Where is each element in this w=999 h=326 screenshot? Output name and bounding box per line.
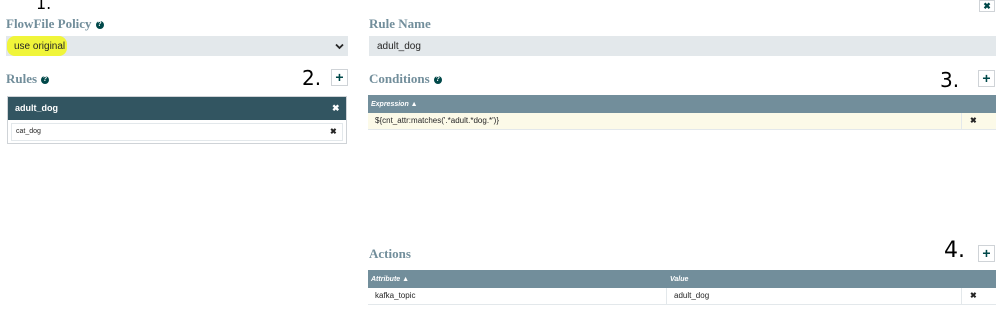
- actions-table-header: Attribute ▲ Value: [368, 270, 996, 288]
- value-column-header[interactable]: Value: [670, 276, 688, 283]
- actions-heading: Actions: [369, 246, 411, 261]
- rule-name-heading: Rule Name: [369, 16, 431, 31]
- help-icon: ?: [95, 21, 104, 29]
- actions-table: Attribute ▲ Value kafka_topic adult_dog …: [368, 270, 996, 306]
- rules-title: Rules: [6, 71, 38, 86]
- annotation-4: 4.: [944, 238, 965, 263]
- conditions-heading: Conditions?: [369, 71, 442, 87]
- close-dialog-button[interactable]: ✖: [979, 0, 995, 12]
- close-icon: ✖: [330, 127, 337, 136]
- help-icon: ?: [433, 76, 442, 84]
- flowfile-policy-heading: FlowFile Policy?: [6, 16, 104, 32]
- rule-name-value: adult_dog: [377, 41, 421, 52]
- plus-icon: +: [982, 70, 991, 86]
- value-cell: adult_dog: [674, 291, 710, 300]
- annotation-2: 2.: [302, 66, 322, 90]
- conditions-table: Expression ▲ ${cnt_attr:matches('.*adult…: [368, 95, 996, 131]
- delete-rule-button[interactable]: ✖: [332, 103, 340, 114]
- rule-item-label: adult_dog: [15, 103, 58, 113]
- rules-list: adult_dog ✖ cat_dog ✖: [7, 96, 347, 144]
- rule-name-input[interactable]: adult_dog: [369, 36, 996, 56]
- rule-item[interactable]: cat_dog ✖: [11, 123, 343, 141]
- flowfile-policy-select[interactable]: use original: [6, 36, 348, 56]
- table-row[interactable]: kafka_topic adult_dog ✖: [368, 288, 996, 305]
- delete-action-button[interactable]: ✖: [970, 291, 977, 300]
- add-condition-button[interactable]: +: [978, 70, 995, 87]
- plus-icon: +: [982, 245, 991, 261]
- attribute-column-header[interactable]: Attribute ▲: [371, 276, 409, 283]
- delete-rule-button[interactable]: ✖: [330, 127, 337, 136]
- expression-cell: ${cnt_attr:matches('.*adult.*dog.*')}: [375, 116, 500, 125]
- close-icon: ✖: [970, 291, 977, 300]
- conditions-title: Conditions: [369, 71, 430, 86]
- close-icon: ✖: [983, 1, 991, 11]
- expression-header-label: Expression ▲: [371, 101, 418, 108]
- annotation-1: 1.: [36, 0, 52, 13]
- flowfile-policy-value: use original: [14, 41, 66, 52]
- help-icon: ?: [41, 76, 50, 84]
- chevron-down-icon: [335, 42, 344, 50]
- attribute-cell: kafka_topic: [375, 291, 416, 300]
- close-icon: ✖: [970, 116, 977, 125]
- expression-column-header[interactable]: Expression ▲: [368, 95, 996, 113]
- delete-condition-button[interactable]: ✖: [970, 116, 977, 125]
- rule-item-selected[interactable]: adult_dog ✖: [8, 97, 346, 120]
- flowfile-policy-title: FlowFile Policy: [6, 16, 92, 31]
- close-icon: ✖: [332, 103, 340, 113]
- column-divider: [666, 288, 667, 304]
- column-divider: [961, 288, 962, 304]
- rules-heading: Rules?: [6, 71, 50, 87]
- rule-item-label: cat_dog: [16, 128, 41, 135]
- add-rule-button[interactable]: +: [331, 69, 348, 86]
- annotation-3: 3.: [940, 68, 960, 92]
- column-divider: [961, 113, 962, 129]
- table-row[interactable]: ${cnt_attr:matches('.*adult.*dog.*')} ✖: [368, 113, 996, 130]
- plus-icon: +: [335, 69, 344, 85]
- add-action-button[interactable]: +: [978, 245, 995, 262]
